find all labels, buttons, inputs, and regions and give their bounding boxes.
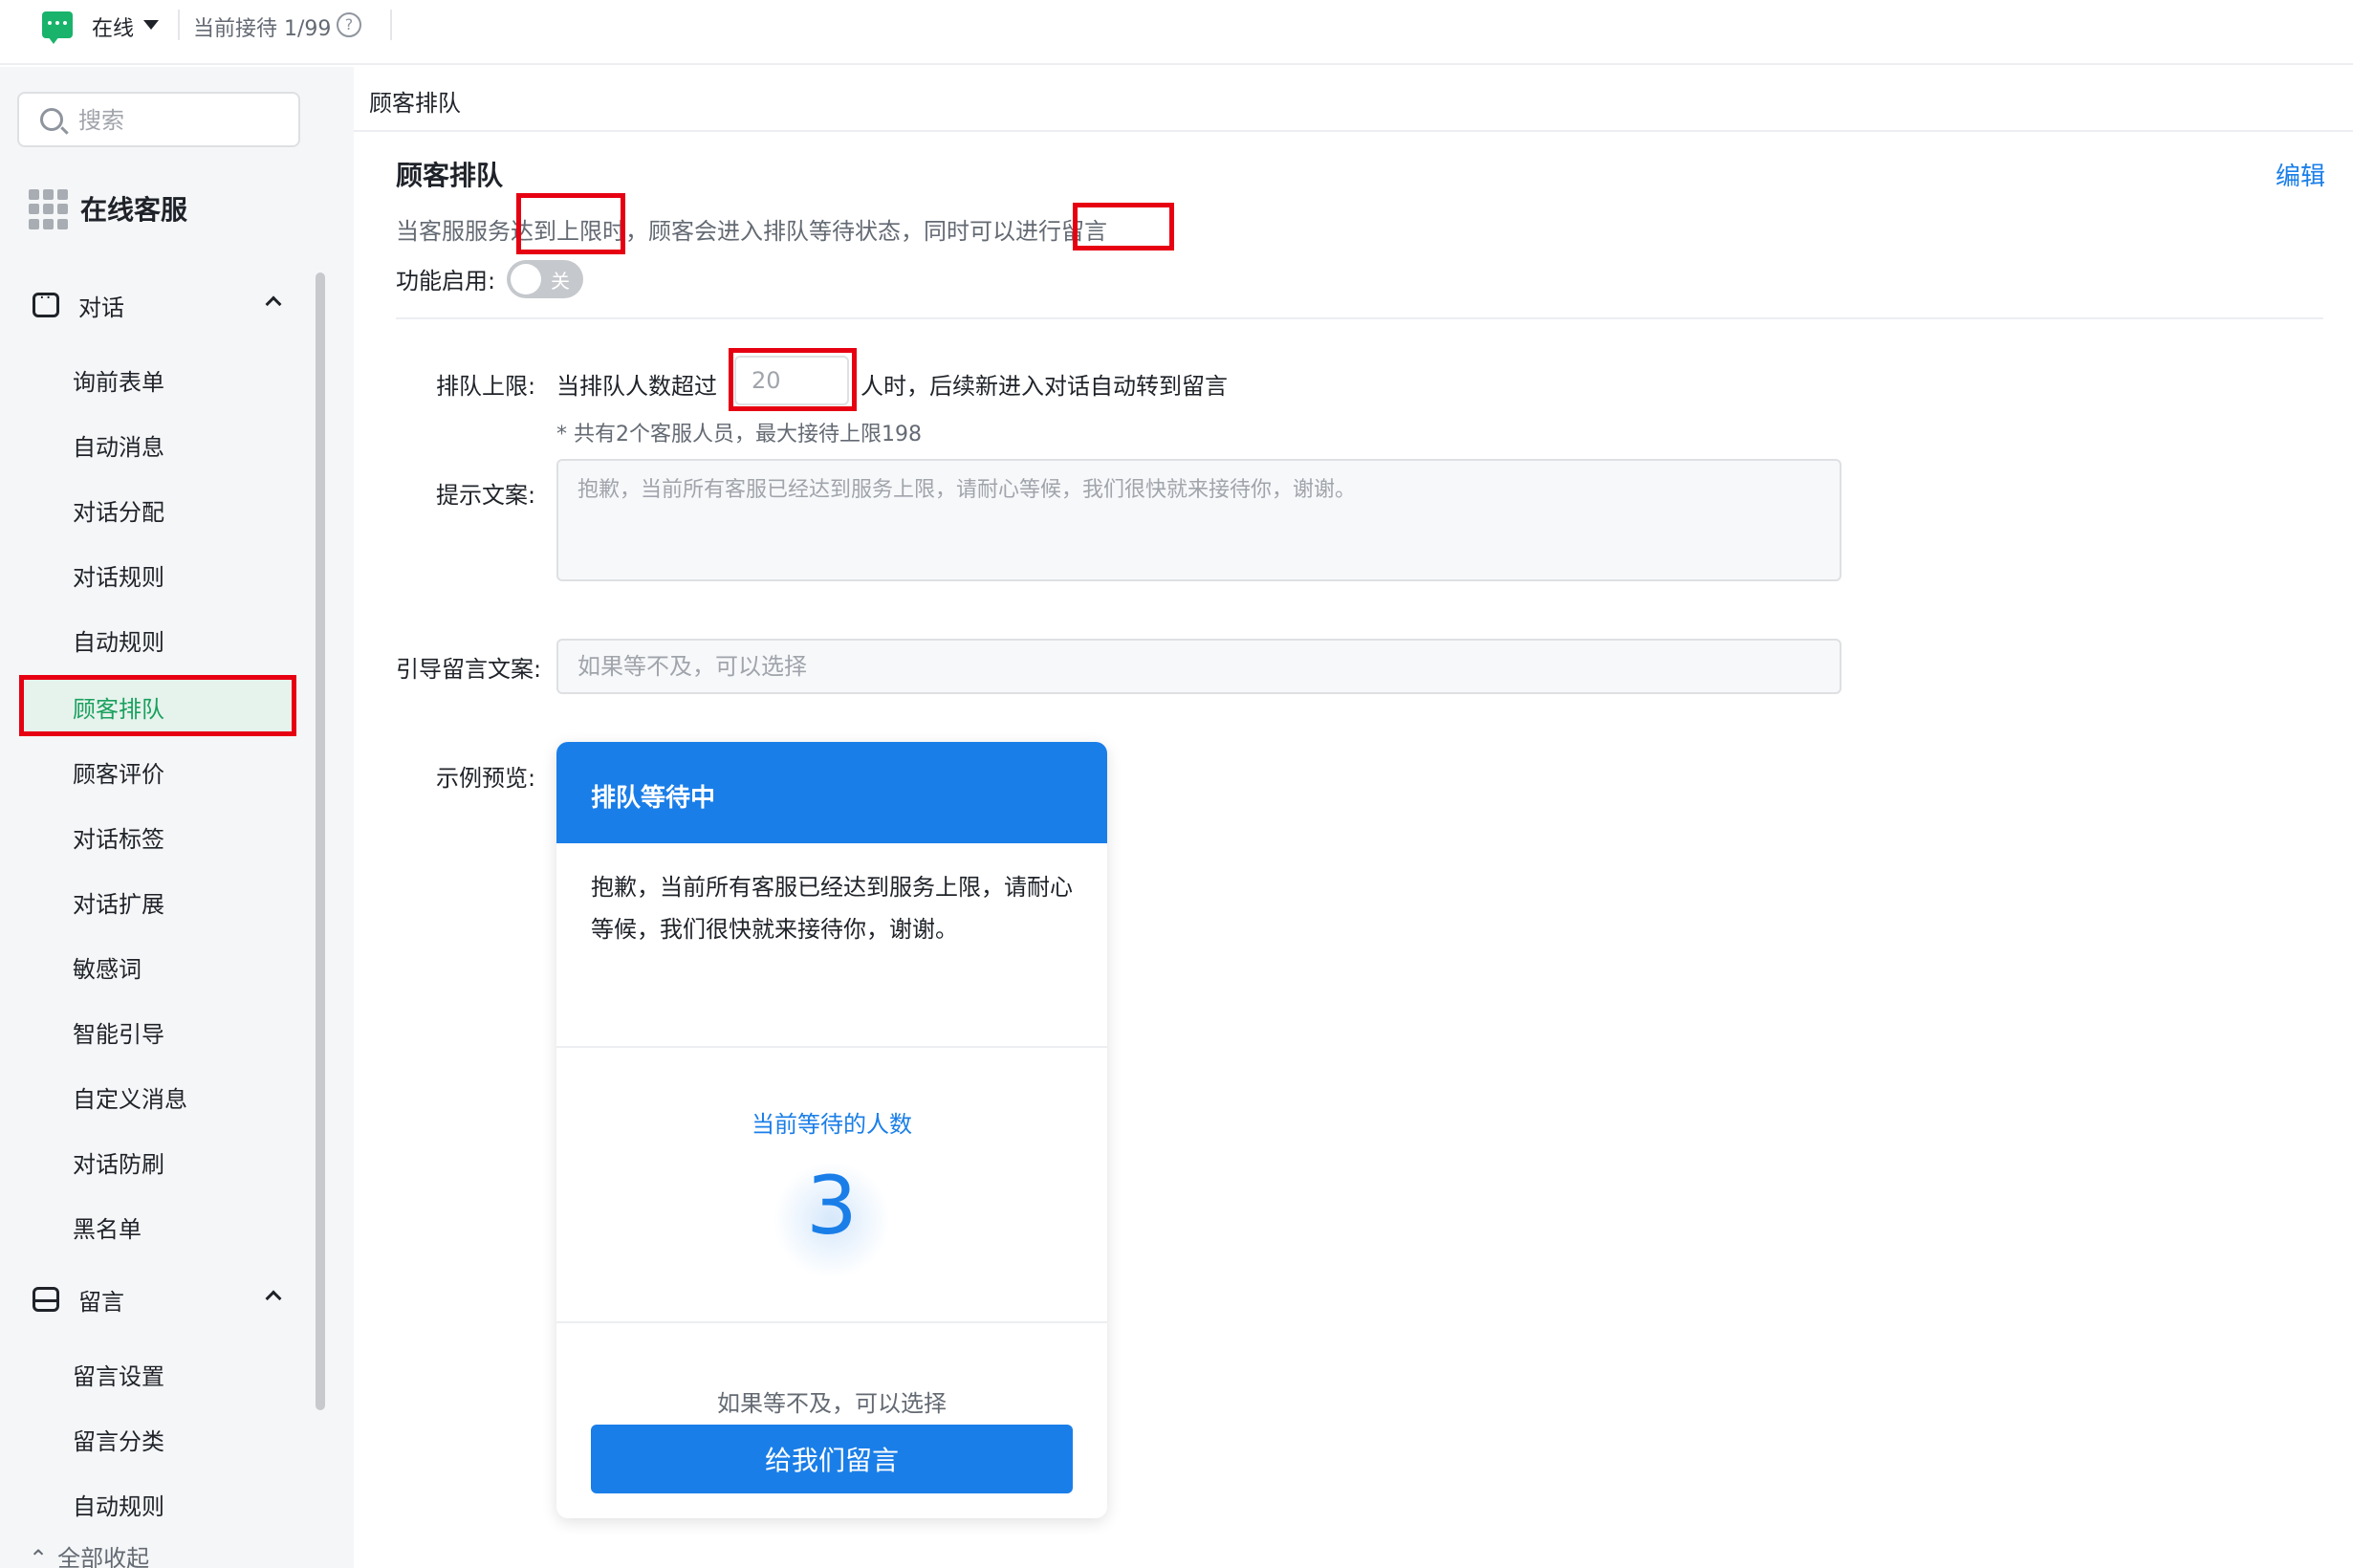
highlight-box xyxy=(19,675,296,736)
panel-gutter xyxy=(329,67,354,1568)
preview-guide-text: 如果等不及，可以选择 xyxy=(717,1390,947,1417)
nav-group-label: 留言 xyxy=(78,1289,124,1316)
app-title: 在线客服 xyxy=(80,194,188,226)
collapse-icon: ⌃ xyxy=(29,1545,49,1568)
divider xyxy=(396,317,2323,319)
sidebar-item-pre-chat-form[interactable]: 询前表单 xyxy=(19,348,296,409)
preview-label: 示例预览: xyxy=(436,765,536,792)
current-reception-count: 当前接待 1/99 xyxy=(193,17,332,41)
help-icon[interactable]: ? xyxy=(337,12,361,37)
edit-link[interactable]: 编辑 xyxy=(2276,157,2325,192)
queue-limit-prefix: 当排队人数超过 xyxy=(556,373,717,400)
preview-header: 排队等待中 xyxy=(556,742,1107,843)
breadcrumb: 顾客排队 xyxy=(354,67,2353,132)
highlight-box xyxy=(1073,203,1174,250)
sidebar-item-auto-rules[interactable]: 自动规则 xyxy=(19,608,296,669)
preview-header-title: 排队等待中 xyxy=(591,784,716,813)
sidebar-scrollbar[interactable] xyxy=(316,272,325,1410)
chat-bubble-icon xyxy=(42,11,73,44)
toggle-knob xyxy=(511,264,541,294)
sidebar-item-auto-message[interactable]: 自动消息 xyxy=(19,413,296,474)
enable-toggle[interactable]: 关 xyxy=(507,260,583,298)
apps-grid-icon xyxy=(29,189,69,229)
guide-text-label: 引导留言文案: xyxy=(396,656,542,683)
sidebar-item-anti-spam[interactable]: 对话防刷 xyxy=(19,1130,296,1191)
online-status-dropdown[interactable]: 在线 xyxy=(92,11,134,42)
chevron-up-icon[interactable] xyxy=(265,1290,282,1307)
nav-group-label: 对话 xyxy=(78,294,124,321)
sidebar-item-customer-queue[interactable]: 顾客排队 xyxy=(19,675,296,736)
sidebar-item-message-settings[interactable]: 留言设置 xyxy=(19,1342,296,1404)
sidebar-item-message-auto-rules[interactable]: 自动规则 xyxy=(19,1472,296,1534)
sidebar-item-blacklist[interactable]: 黑名单 xyxy=(19,1195,296,1256)
search-icon xyxy=(40,108,63,131)
sidebar-item-sensitive-words[interactable]: 敏感词 xyxy=(19,935,296,996)
sidebar-item-message-categories[interactable]: 留言分类 xyxy=(19,1407,296,1469)
sidebar: 在线客服 对话 询前表单 自动消息 对话分配 对话规则 自动规则 顾客排队 顾客… xyxy=(0,67,329,1568)
search-input[interactable] xyxy=(78,105,289,136)
caret-down-icon[interactable] xyxy=(143,20,159,30)
waiting-count-label: 当前等待的人数 xyxy=(752,1111,912,1138)
waiting-count: 3 xyxy=(806,1159,858,1252)
tip-text-input[interactable] xyxy=(556,459,1841,581)
enable-label: 功能启用: xyxy=(396,268,496,294)
sidebar-item-conversation-extension[interactable]: 对话扩展 xyxy=(19,870,296,931)
sidebar-item-customer-rating[interactable]: 顾客评价 xyxy=(19,740,296,801)
divider xyxy=(178,10,180,40)
nav-group-conversation[interactable]: 对话 xyxy=(0,287,306,325)
divider xyxy=(390,10,392,40)
divider xyxy=(556,1046,1107,1048)
sidebar-item-conversation-tags[interactable]: 对话标签 xyxy=(19,805,296,866)
queue-limit-suffix: 人时，后续新进入对话自动转到留言 xyxy=(861,373,1228,400)
inbox-icon xyxy=(33,1287,59,1312)
section-description: 当客服服务达到上限时，顾客会进入排队等待状态，同时可以进行留言 xyxy=(396,218,1107,245)
chat-icon xyxy=(33,288,59,317)
guide-text-input[interactable] xyxy=(556,639,1841,694)
highlight-box xyxy=(729,348,857,411)
main-content: 顾客排队 编辑 当客服服务达到上限时，顾客会进入排队等待状态，同时可以进行留言 … xyxy=(354,134,2353,1568)
highlight-box xyxy=(516,193,625,254)
top-bar: 在线 当前接待 1/99 ? xyxy=(0,0,2353,65)
chevron-up-icon[interactable] xyxy=(265,295,282,313)
search-box[interactable] xyxy=(17,92,300,147)
queue-limit-note: * 共有2个客服人员，最大接待上限198 xyxy=(556,423,922,446)
preview-message: 抱歉，当前所有客服已经达到服务上限，请耐心等候，我们很快就来接待你，谢谢。 xyxy=(591,874,1073,943)
divider xyxy=(556,1321,1107,1323)
preview-card: 排队等待中 抱歉，当前所有客服已经达到服务上限，请耐心等候，我们很快就来接待你，… xyxy=(556,742,1107,1518)
sidebar-item-conversation-rules[interactable]: 对话规则 xyxy=(19,543,296,604)
tip-text-label: 提示文案: xyxy=(436,482,536,509)
queue-limit-label: 排队上限: xyxy=(436,373,536,400)
toggle-state: 关 xyxy=(551,270,570,293)
breadcrumb-current: 顾客排队 xyxy=(369,90,461,117)
leave-message-button[interactable]: 给我们留言 xyxy=(591,1425,1073,1493)
app-frame: 在线 当前接待 1/99 ? 在线客服 对话 询前表单 自动消息 对话分配 对话… xyxy=(0,0,2353,1568)
collapse-all-button[interactable]: ⌃ 全部收起 xyxy=(29,1539,149,1568)
section-title: 顾客排队 xyxy=(396,160,504,191)
sidebar-item-conversation-assignment[interactable]: 对话分配 xyxy=(19,478,296,539)
sidebar-item-smart-guide[interactable]: 智能引导 xyxy=(19,1000,296,1061)
nav-group-messages[interactable]: 留言 xyxy=(0,1281,306,1319)
sidebar-item-custom-message[interactable]: 自定义消息 xyxy=(19,1065,296,1126)
